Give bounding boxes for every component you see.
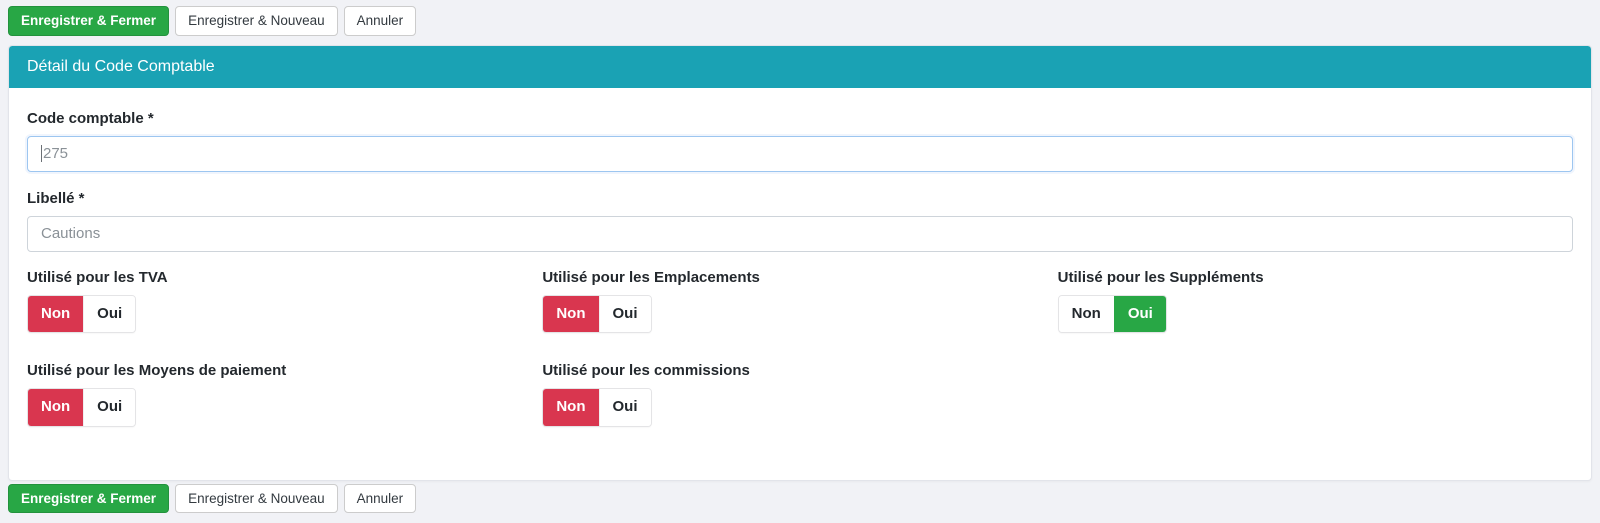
toggle-commissions-oui-button[interactable]: Oui — [599, 389, 651, 426]
toggle-commissions-label: Utilisé pour les commissions — [542, 362, 1057, 379]
toggle-moyens-paiement-label: Utilisé pour les Moyens de paiement — [27, 362, 542, 379]
libelle-value: Cautions — [41, 225, 100, 242]
toolbar-bottom: Enregistrer & Fermer Enregistrer & Nouve… — [0, 481, 1600, 514]
toggle-moyens-paiement-non-button[interactable]: Non — [28, 389, 83, 426]
text-cursor — [41, 145, 42, 162]
toggle-tva-group: Non Oui — [27, 295, 136, 334]
toggle-supplements-non-button[interactable]: Non — [1059, 296, 1114, 333]
libelle-input[interactable]: Cautions — [27, 216, 1573, 252]
toggle-emplacements-non-button[interactable]: Non — [543, 296, 598, 333]
toolbar-top: Enregistrer & Fermer Enregistrer & Nouve… — [0, 0, 1600, 36]
code-comptable-input[interactable]: 275 — [27, 136, 1573, 172]
toggle-moyens-paiement: Utilisé pour les Moyens de paiement Non … — [27, 349, 542, 427]
toggle-commissions-non-button[interactable]: Non — [543, 389, 598, 426]
toggle-tva-label: Utilisé pour les TVA — [27, 269, 542, 286]
toggle-tva-non-button[interactable]: Non — [28, 296, 83, 333]
toggle-emplacements: Utilisé pour les Emplacements Non Oui — [542, 256, 1057, 334]
toggle-supplements-group: Non Oui — [1058, 295, 1167, 334]
toggle-commissions: Utilisé pour les commissions Non Oui — [542, 349, 1057, 427]
toggle-emplacements-oui-button[interactable]: Oui — [599, 296, 651, 333]
save-new-button[interactable]: Enregistrer & Nouveau — [175, 6, 338, 36]
save-new-button-bottom[interactable]: Enregistrer & Nouveau — [175, 484, 338, 514]
code-comptable-value: 275 — [43, 145, 68, 162]
code-comptable-label: Code comptable * — [27, 110, 1573, 127]
account-code-detail-panel: Détail du Code Comptable Code comptable … — [8, 45, 1592, 481]
toggle-tva: Utilisé pour les TVA Non Oui — [27, 256, 542, 334]
toggle-commissions-group: Non Oui — [542, 388, 651, 427]
toggle-grid: Utilisé pour les TVA Non Oui Utilisé pou… — [27, 256, 1573, 428]
toggle-supplements-label: Utilisé pour les Suppléments — [1058, 269, 1573, 286]
toggle-emplacements-label: Utilisé pour les Emplacements — [542, 269, 1057, 286]
libelle-label: Libellé * — [27, 190, 1573, 207]
cancel-button-bottom[interactable]: Annuler — [344, 484, 417, 514]
toggle-tva-oui-button[interactable]: Oui — [83, 296, 135, 333]
save-close-button[interactable]: Enregistrer & Fermer — [8, 6, 169, 36]
panel-title: Détail du Code Comptable — [9, 46, 1591, 88]
toggle-supplements-oui-button[interactable]: Oui — [1114, 296, 1166, 333]
toggle-supplements: Utilisé pour les Suppléments Non Oui — [1058, 256, 1573, 334]
toggle-moyens-paiement-group: Non Oui — [27, 388, 136, 427]
toggle-emplacements-group: Non Oui — [542, 295, 651, 334]
cancel-button[interactable]: Annuler — [344, 6, 417, 36]
toggle-moyens-paiement-oui-button[interactable]: Oui — [83, 389, 135, 426]
panel-body: Code comptable * 275 Libellé * Cautions … — [9, 88, 1591, 428]
save-close-button-bottom[interactable]: Enregistrer & Fermer — [8, 484, 169, 514]
